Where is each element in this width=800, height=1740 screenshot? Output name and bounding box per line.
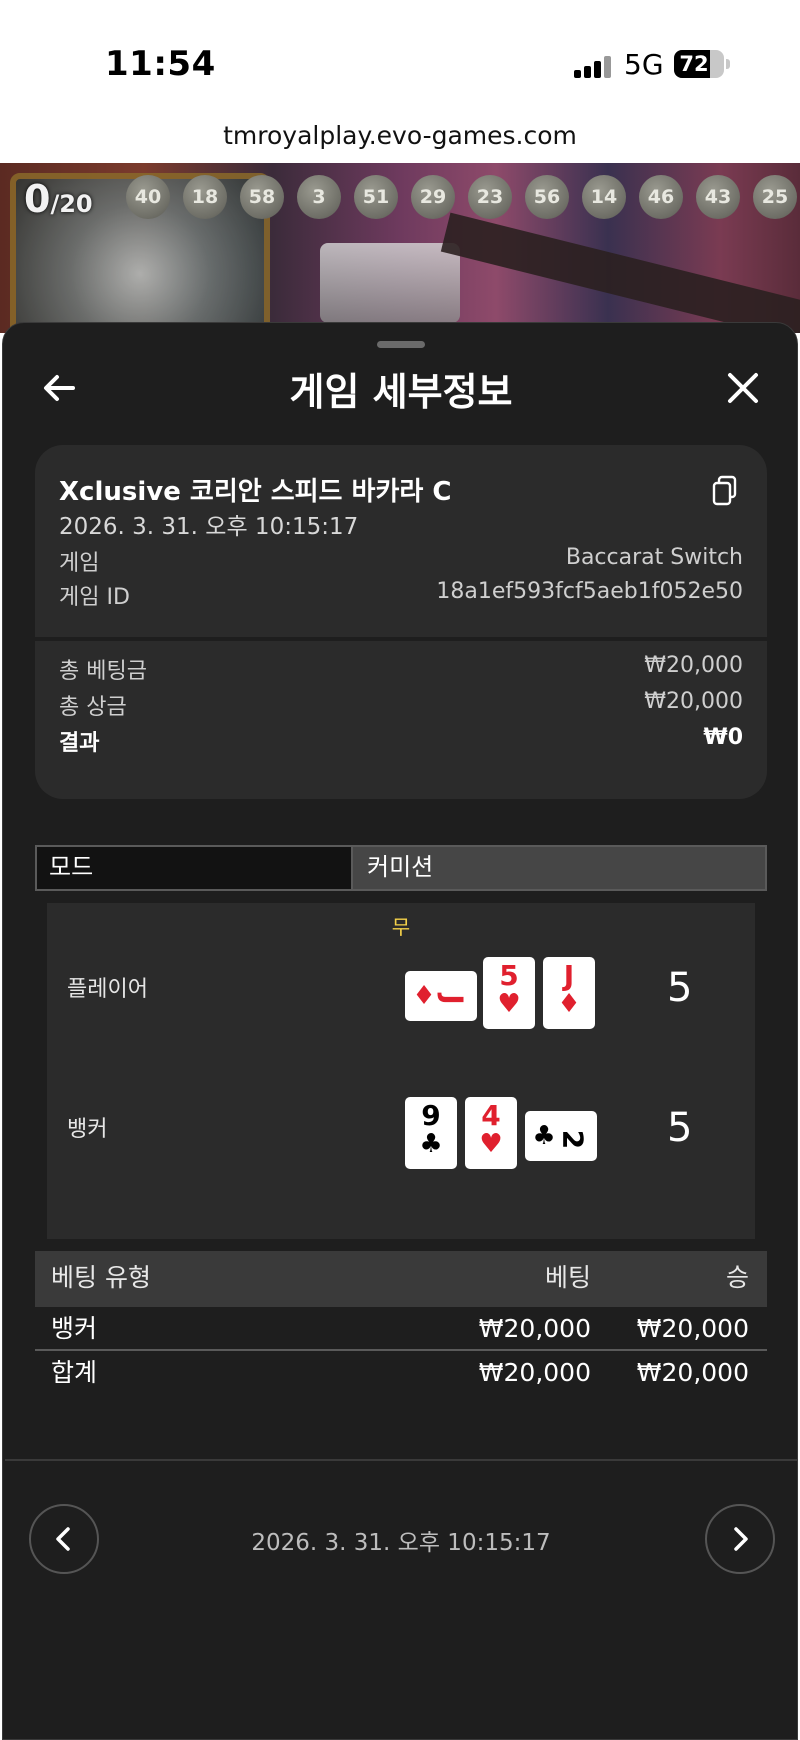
card-rank: 4 <box>481 1099 501 1132</box>
drawn-ball: 51 <box>354 175 398 219</box>
card-rank: 2 <box>556 1129 590 1150</box>
playing-card: 9 ♣ <box>405 1097 457 1169</box>
ball-tray <box>320 243 460 323</box>
result-value: ₩0 <box>703 725 743 750</box>
drawn-ball: 56 <box>525 175 569 219</box>
card-suit-icon: ♣ <box>532 1121 556 1151</box>
tie-outcome-label: 무 <box>391 915 411 939</box>
player-score: 5 <box>667 965 693 1011</box>
card-divider <box>35 637 767 641</box>
playing-card: J ♦ <box>543 957 595 1029</box>
drawn-ball: 46 <box>639 175 683 219</box>
battery-icon: 72 <box>674 50 730 78</box>
browser-url[interactable]: tmroyalplay.evo-games.com <box>0 118 800 164</box>
game-type-label: 게임 <box>59 551 100 576</box>
card-suit-icon: ♦ <box>412 981 436 1011</box>
cellular-signal-icon <box>574 56 612 78</box>
card-rank: 5 <box>499 959 519 992</box>
bet-total-label: 합계 <box>51 1358 98 1387</box>
chevron-right-icon <box>734 1527 748 1551</box>
bet-amount: ₩20,000 <box>478 1314 591 1343</box>
live-stream-background: 0/20 40 18 58 3 51 29 23 56 14 46 43 25 <box>0 163 800 333</box>
card-suit-icon: ♦ <box>557 989 581 1019</box>
sheet-drag-handle[interactable] <box>377 341 425 348</box>
ball-counter-total: /20 <box>50 190 93 218</box>
bet-table-header: 베팅 유형 베팅 승 <box>35 1251 767 1307</box>
bet-amount-header: 베팅 <box>544 1263 591 1292</box>
drawn-ball: 40 <box>126 175 170 219</box>
banker-score: 5 <box>667 1105 693 1151</box>
player-label: 플레이어 <box>67 977 148 1002</box>
close-button[interactable] <box>723 368 763 408</box>
total-win-row: 총 상금 ₩20,000 <box>59 689 743 721</box>
game-id-row: 게임 ID 18a1ef593fcf5aeb1f052e50 <box>59 579 743 611</box>
bet-total-row: 합계 ₩20,000 ₩20,000 <box>35 1353 767 1395</box>
game-info-card: Xclusive 코리안 스피드 바카라 C 2026. 3. 31. 오후 1… <box>35 445 767 799</box>
mode-value: 커미션 <box>353 847 765 889</box>
drawn-ball: 14 <box>582 175 626 219</box>
status-time: 11:54 <box>105 44 216 84</box>
drawn-ball: 23 <box>468 175 512 219</box>
bet-type: 뱅커 <box>51 1314 98 1343</box>
drawn-ball: 58 <box>240 175 284 219</box>
playing-card: J ♦ <box>405 971 477 1021</box>
copy-icon[interactable] <box>711 475 739 507</box>
ball-counter: 0/20 <box>24 177 93 221</box>
card-suit-icon: ♣ <box>419 1129 443 1159</box>
bet-row: 뱅커 ₩20,000 ₩20,000 <box>35 1309 767 1351</box>
card-rank: 9 <box>421 1099 441 1132</box>
card-suit-icon: ♥ <box>497 989 521 1019</box>
network-type: 5G <box>624 48 664 81</box>
game-id-label: 게임 ID <box>59 585 130 610</box>
bet-win-header: 승 <box>725 1263 749 1292</box>
total-bet-label: 총 베팅금 <box>59 659 147 684</box>
bet-total-amount: ₩20,000 <box>478 1358 591 1387</box>
card-suit-icon: ♥ <box>479 1129 503 1159</box>
drawn-ball: 3 <box>297 175 341 219</box>
game-name: Xclusive 코리안 스피드 바카라 C <box>59 477 452 507</box>
total-bet-value: ₩20,000 <box>644 653 743 678</box>
total-bet-row: 총 베팅금 ₩20,000 <box>59 653 743 685</box>
drawn-ball: 29 <box>411 175 455 219</box>
footer-datetime: 2026. 3. 31. 오후 10:15:17 <box>251 1530 551 1556</box>
drawn-ball: 18 <box>183 175 227 219</box>
bet-type-header: 베팅 유형 <box>51 1263 151 1292</box>
game-type-value: Baccarat Switch <box>565 545 743 570</box>
status-bar: 11:54 5G 72 <box>0 0 800 118</box>
card-rank: J <box>563 959 575 992</box>
result-label: 결과 <box>59 731 100 756</box>
mode-label: 모드 <box>37 847 353 889</box>
playing-card: 4 ♥ <box>465 1097 517 1169</box>
bet-total-win: ₩20,000 <box>636 1358 749 1387</box>
total-win-label: 총 상금 <box>59 695 127 720</box>
bet-win: ₩20,000 <box>636 1314 749 1343</box>
drawn-ball: 43 <box>696 175 740 219</box>
game-type-row: 게임 Baccarat Switch <box>59 545 743 577</box>
playing-card: 2 ♣ <box>525 1111 597 1161</box>
result-row: 결과 ₩0 <box>59 725 743 757</box>
bet-table-separator <box>35 1349 767 1351</box>
card-rank: J <box>436 994 470 1005</box>
result-board: 무 플레이어 J ♦ 5 ♥ J ♦ 5 뱅커 9 ♣ 4 ♥ 2 ♣ 5 <box>47 903 755 1239</box>
ball-rail <box>440 212 800 333</box>
footer-divider <box>5 1459 797 1461</box>
playing-card: 5 ♥ <box>483 957 535 1029</box>
game-datetime: 2026. 3. 31. 오후 10:15:17 <box>59 514 359 540</box>
close-icon <box>728 373 758 403</box>
game-id-value: 18a1ef593fcf5aeb1f052e50 <box>436 579 743 604</box>
game-details-sheet: 게임 세부정보 Xclusive 코리안 스피드 바카라 C 2026. 3. … <box>2 322 798 1740</box>
next-round-button[interactable] <box>705 1504 775 1574</box>
mode-bar: 모드 커미션 <box>35 845 767 891</box>
sheet-title: 게임 세부정보 <box>289 370 513 414</box>
drawn-ball: 25 <box>753 175 797 219</box>
battery-percent: 72 <box>679 52 709 76</box>
banker-label: 뱅커 <box>67 1117 108 1142</box>
total-win-value: ₩20,000 <box>644 689 743 714</box>
ball-counter-main: 0 <box>24 177 51 221</box>
